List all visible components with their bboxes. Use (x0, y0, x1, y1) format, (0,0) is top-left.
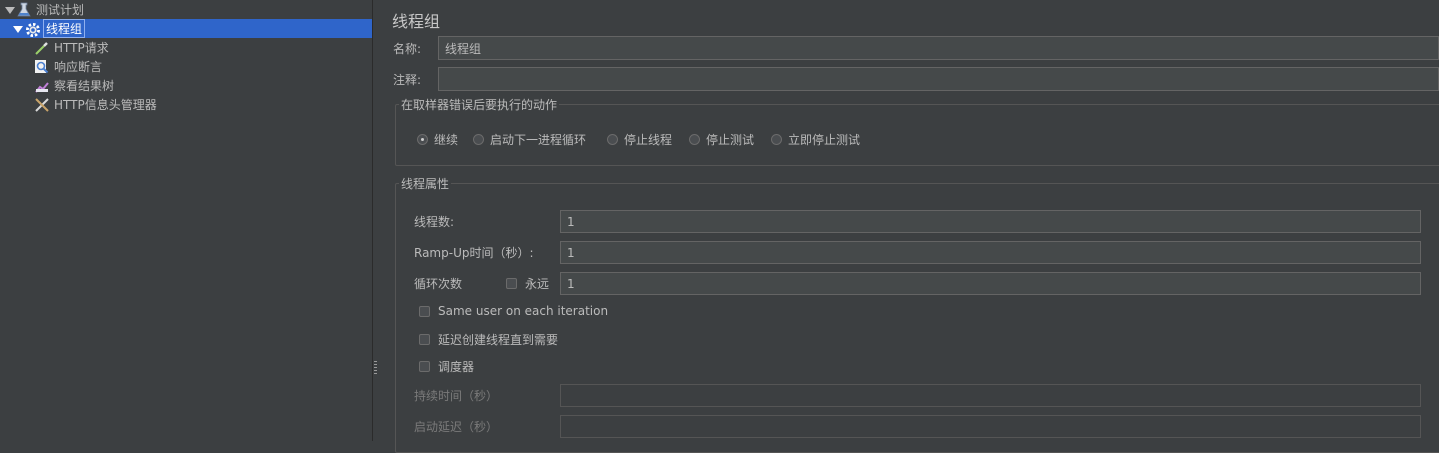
radio-start-next-loop[interactable]: 启动下一进程循环 (473, 131, 586, 148)
scheduler-label: 调度器 (438, 360, 475, 374)
comment-label: 注释: (393, 73, 422, 87)
gear-icon (24, 21, 41, 37)
threads-field[interactable]: 1 (560, 210, 1421, 233)
forever-checkbox[interactable] (506, 278, 517, 289)
radio-continue[interactable]: 继续 (417, 131, 458, 148)
tree-node-results-tree[interactable]: 察看结果树 (32, 76, 114, 95)
magnifier-icon (34, 59, 50, 75)
forever-label: 永远 (525, 277, 550, 291)
scheduler-row[interactable]: 调度器 (419, 358, 474, 375)
radio-label: 停止测试 (706, 133, 755, 147)
thread-group-panel: 线程组 名称: 线程组 注释: 在取样器错误后要执行的动作 继续 启动下一进程循… (379, 0, 1439, 453)
same-user-checkbox[interactable] (419, 305, 430, 317)
chart-icon (34, 78, 50, 94)
thread-properties-legend: 线程属性 (399, 175, 452, 192)
tree-node-label: 响应断言 (54, 60, 103, 74)
tree-node-thread-group[interactable]: 线程组 (0, 19, 372, 38)
loop-count-label: 循环次数 (414, 277, 463, 291)
radio-button[interactable] (607, 134, 618, 145)
scheduler-checkbox[interactable] (419, 361, 430, 372)
tree-node-test-plan[interactable]: 测试计划 (4, 0, 84, 19)
tools-icon (34, 97, 50, 113)
pipette-icon (34, 40, 50, 56)
startup-delay-field[interactable] (560, 415, 1421, 438)
radio-stop-test-now[interactable]: 立即停止测试 (771, 131, 860, 148)
delay-create-label: 延迟创建线程直到需要 (438, 333, 559, 347)
delay-create-row[interactable]: 延迟创建线程直到需要 (419, 331, 558, 348)
tree-node-label: HTTP请求 (54, 41, 109, 55)
split-pane-divider[interactable] (372, 0, 373, 441)
rampup-label: Ramp-Up时间（秒）: (414, 246, 534, 260)
tree-node-label: 线程组 (42, 19, 86, 38)
radio-stop-test[interactable]: 停止测试 (689, 131, 754, 148)
forever-checkbox-row[interactable]: 永远 (506, 275, 549, 292)
duration-label: 持续时间（秒） (414, 389, 499, 403)
tree-node-header-manager[interactable]: HTTP信息头管理器 (32, 95, 157, 114)
tree-node-label: HTTP信息头管理器 (54, 98, 157, 112)
delay-create-checkbox[interactable] (419, 334, 430, 345)
name-field[interactable]: 线程组 (438, 36, 1439, 60)
threads-label: 线程数: (414, 215, 455, 229)
tree-node-http-request[interactable]: HTTP请求 (32, 38, 109, 57)
radio-button[interactable] (689, 134, 700, 145)
radio-stop-thread[interactable]: 停止线程 (607, 131, 672, 148)
same-user-label: Same user on each iteration (438, 304, 609, 318)
tree-node-response-assertion[interactable]: 响应断言 (32, 57, 102, 76)
expand-arrow-icon[interactable] (12, 24, 23, 34)
test-plan-tree: 测试计划 线程组 HTTP请求 响应断言 察看结果树 HTTP信息头管理器 (0, 0, 372, 441)
test-plan-icon (16, 2, 32, 18)
duration-field[interactable] (560, 384, 1421, 407)
radio-label: 停止线程 (624, 133, 673, 147)
comment-field[interactable] (438, 67, 1439, 91)
error-action-legend: 在取样器错误后要执行的动作 (399, 96, 560, 113)
same-user-row[interactable]: Same user on each iteration (419, 304, 608, 318)
radio-label: 继续 (434, 133, 459, 147)
tree-node-label: 测试计划 (36, 3, 85, 17)
page-title: 线程组 (392, 12, 441, 31)
radio-button[interactable] (417, 134, 428, 145)
radio-label: 立即停止测试 (788, 133, 861, 147)
rampup-field[interactable]: 1 (560, 241, 1421, 264)
tree-node-label: 察看结果树 (54, 79, 115, 93)
radio-button[interactable] (473, 134, 484, 145)
name-label: 名称: (393, 42, 422, 56)
radio-button[interactable] (771, 134, 782, 145)
expand-arrow-icon[interactable] (4, 5, 15, 15)
splitter-grip-icon[interactable] (374, 361, 378, 377)
radio-label: 启动下一进程循环 (490, 133, 587, 147)
startup-delay-label: 启动延迟（秒） (414, 420, 499, 434)
loop-count-field[interactable]: 1 (560, 272, 1421, 295)
